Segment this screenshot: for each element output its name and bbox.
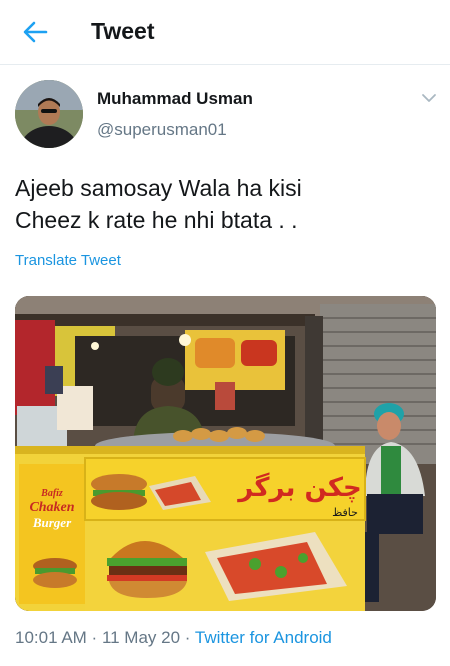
side-sign-text: Burger bbox=[32, 515, 72, 530]
top-bar: Tweet bbox=[0, 0, 450, 64]
author-name[interactable]: Muhammad Usman bbox=[97, 89, 253, 109]
back-arrow-icon[interactable] bbox=[20, 18, 50, 46]
meta-separator: · bbox=[86, 628, 102, 647]
photo-food-stall: Bafiz Chaken Burger چکن برگر حافظ bbox=[15, 296, 436, 611]
urdu-sign-subtext: حافظ bbox=[332, 506, 358, 519]
meta-separator: · bbox=[180, 628, 195, 647]
author-handle[interactable]: @superusman01 bbox=[97, 120, 227, 140]
avatar[interactable] bbox=[15, 80, 83, 148]
header-divider bbox=[0, 64, 450, 65]
side-sign-text: Chaken bbox=[29, 500, 74, 515]
tweet-source-link[interactable]: Twitter for Android bbox=[195, 628, 332, 647]
translate-tweet-link[interactable]: Translate Tweet bbox=[15, 252, 121, 269]
tweet-media-image[interactable]: Bafiz Chaken Burger چکن برگر حافظ bbox=[15, 296, 436, 611]
chevron-down-icon[interactable] bbox=[421, 92, 437, 104]
tweet-date: 11 May 20 bbox=[101, 628, 181, 647]
avatar-image bbox=[15, 80, 83, 148]
tweet-text: Ajeeb samosay Wala ha kisi Cheez k rate … bbox=[15, 172, 435, 236]
side-sign-text: Bafiz bbox=[40, 488, 63, 499]
page-title: Tweet bbox=[91, 18, 155, 44]
urdu-sign-text: چکن برگر bbox=[236, 472, 362, 503]
tweet-time: 10:01 AM bbox=[15, 628, 87, 647]
tweet-text-line: Cheez k rate he nhi btata . . bbox=[15, 207, 298, 233]
tweet-meta: 10:01 AM · 11 May 20 · Twitter for Andro… bbox=[15, 628, 332, 648]
tweet-text-line: Ajeeb samosay Wala ha kisi bbox=[15, 175, 302, 201]
